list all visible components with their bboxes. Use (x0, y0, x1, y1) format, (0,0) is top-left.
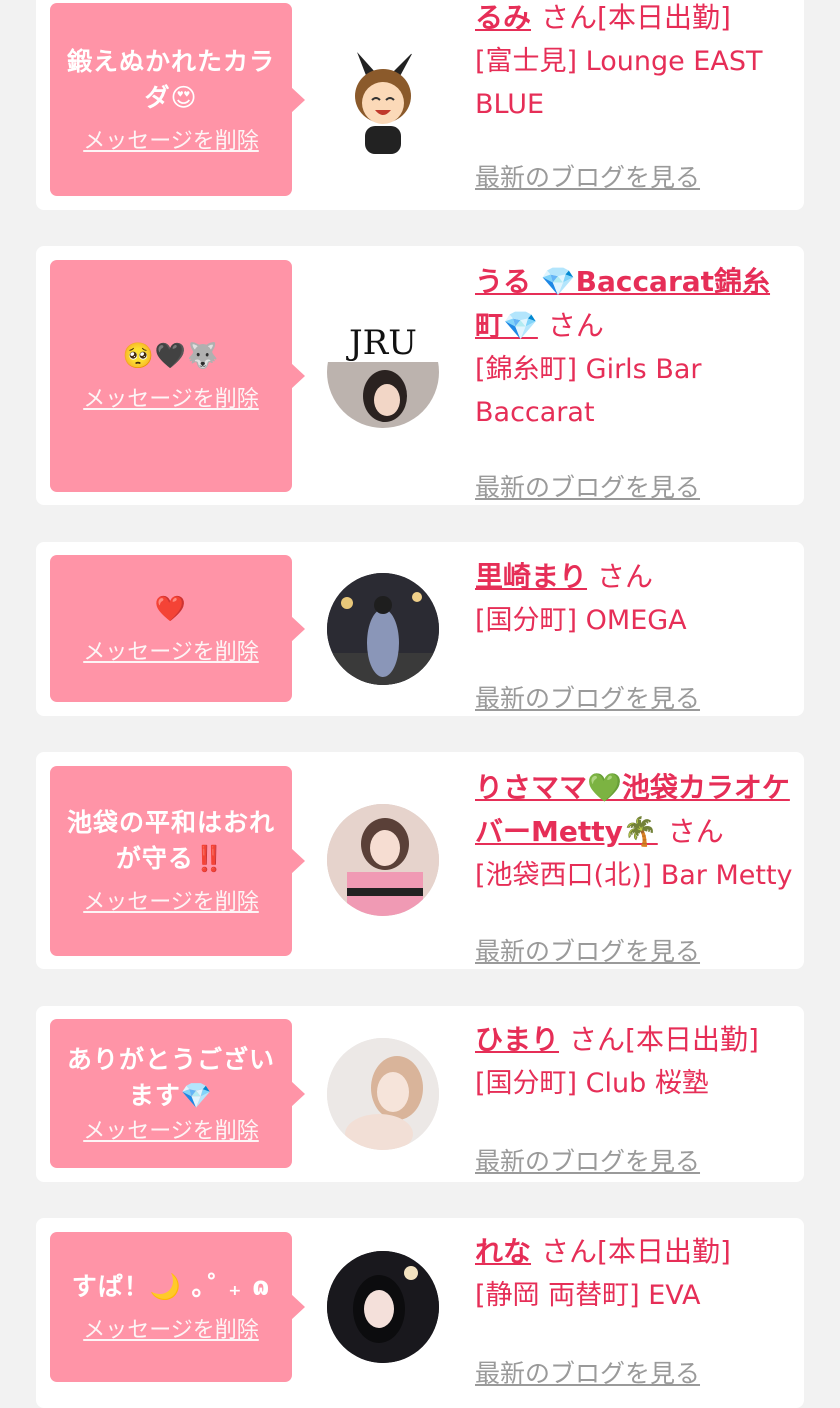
latest-blog-link[interactable]: 最新のブログを見る (475, 1354, 700, 1390)
shop-name: [国分町] OMEGA (475, 605, 687, 636)
cast-info: りさママ💚池袋カラオケバーMetty🌴 さん [池袋西口(北)] Bar Mett… (475, 766, 795, 966)
status-badge: [本日出勤] (597, 1235, 731, 1268)
message-bubble: 鍛えぬかれたカラダ😍 メッセージを削除 (50, 3, 305, 196)
honorific: さん (667, 815, 724, 848)
delete-message-button[interactable]: メッセージを削除 (83, 889, 259, 917)
profile-photo-icon (327, 804, 439, 916)
message-text: 池袋の平和はおれが守る‼️ (66, 808, 275, 873)
cast-info: 里崎まり さん [国分町] OMEGA 最新のブログを見る (475, 555, 795, 713)
latest-blog-link[interactable]: 最新のブログを見る (475, 468, 700, 504)
latest-blog-link[interactable]: 最新のブログを見る (475, 158, 700, 194)
avatar[interactable] (327, 1038, 439, 1150)
message-card: ❤️ メッセージを削除 里崎まり さん [国分町] OMEGA 最新のブログを見る (36, 542, 804, 716)
message-card: すぱ！🌙 ｡˚ ₊ ɷ メッセージを削除 れな さん[本日出勤] [静岡 両替町]… (36, 1218, 804, 1408)
cast-name-link[interactable]: るみ (475, 1, 531, 34)
cast-info: ひまり さん[本日出勤] [国分町] Club 桜塾 最新のブログを見る (475, 1018, 795, 1176)
profile-photo-icon (327, 1038, 439, 1150)
svg-text:JRU: JRU (346, 323, 417, 363)
message-card: 池袋の平和はおれが守る‼️ メッセージを削除 りさママ💚池袋カラオケバーMett… (36, 752, 804, 969)
cast-info: うる 💎Baccarat錦糸町💎 さん [錦糸町] Girls Bar Bacca… (475, 260, 795, 502)
profile-photo-icon: JRU (327, 323, 439, 428)
status-badge: [本日出勤] (597, 1, 731, 34)
message-card: 鍛えぬかれたカラダ😍 メッセージを削除 るみ さん[本日出勤] [富士見] Lou… (36, 0, 804, 210)
message-bubble: 🥺🖤🐺 メッセージを削除 (50, 260, 305, 492)
message-text: ありがとうございます💎 (66, 1044, 275, 1110)
avatar[interactable]: JRU (327, 316, 439, 428)
honorific: さん (569, 1023, 626, 1056)
message-bubble: ありがとうございます💎 メッセージを削除 (50, 1019, 305, 1168)
shop-name: [富士見] Lounge EAST BLUE (475, 46, 763, 120)
avatar[interactable] (327, 46, 439, 158)
shop-name: [池袋西口(北)] Bar Metty (475, 860, 793, 891)
avatar[interactable] (327, 573, 439, 685)
profile-photo-icon (327, 573, 439, 685)
avatar[interactable] (327, 804, 439, 916)
honorific: さん (541, 1235, 598, 1268)
cast-info: るみ さん[本日出勤] [富士見] Lounge EAST BLUE 最新のブログ… (475, 0, 795, 192)
honorific: さん (547, 309, 604, 342)
latest-blog-link[interactable]: 最新のブログを見る (475, 679, 700, 715)
cast-name-link[interactable]: うる 💎Baccarat錦糸町💎 (475, 265, 770, 342)
shop-name: [錦糸町] Girls Bar Baccarat (475, 354, 702, 428)
message-card: 🥺🖤🐺 メッセージを削除 JRU うる 💎Baccarat錦糸町💎 さん [錦糸町… (36, 246, 804, 505)
message-card: ありがとうございます💎 メッセージを削除 ひまり さん[本日出勤] [国分町] C… (36, 1006, 804, 1182)
latest-blog-link[interactable]: 最新のブログを見る (475, 932, 700, 968)
message-bubble: 池袋の平和はおれが守る‼️ メッセージを削除 (50, 766, 305, 956)
delete-message-button[interactable]: メッセージを削除 (83, 1317, 259, 1345)
cast-name-link[interactable]: りさママ💚池袋カラオケバーMetty🌴 (475, 771, 790, 848)
message-text: 🥺🖤🐺 (122, 341, 220, 370)
delete-message-button[interactable]: メッセージを削除 (83, 386, 259, 414)
shop-name: [国分町] Club 桜塾 (475, 1068, 709, 1099)
cast-name-link[interactable]: 里崎まり (475, 560, 587, 593)
latest-blog-link[interactable]: 最新のブログを見る (475, 1142, 700, 1178)
message-text: 鍛えぬかれたカラダ😍 (66, 46, 275, 112)
honorific: さん (541, 1, 598, 34)
cartoon-avatar-icon (355, 52, 413, 154)
message-text: すぱ！🌙 ｡˚ ₊ ɷ (71, 1272, 271, 1301)
cast-name-link[interactable]: ひまり (475, 1023, 559, 1056)
message-bubble: すぱ！🌙 ｡˚ ₊ ɷ メッセージを削除 (50, 1232, 305, 1382)
profile-photo-icon (327, 1251, 439, 1363)
shop-name: [静岡 両替町] EVA (475, 1280, 701, 1311)
cast-name-link[interactable]: れな (475, 1235, 531, 1268)
avatar[interactable] (327, 1251, 439, 1363)
message-bubble: ❤️ メッセージを削除 (50, 555, 305, 702)
delete-message-button[interactable]: メッセージを削除 (83, 128, 259, 156)
delete-message-button[interactable]: メッセージを削除 (83, 1118, 259, 1146)
status-badge: [本日出勤] (625, 1023, 759, 1056)
honorific: さん (597, 560, 654, 593)
cast-info: れな さん[本日出勤] [静岡 両替町] EVA 最新のブログを見る (475, 1230, 795, 1388)
message-text: ❤️ (154, 593, 188, 623)
delete-message-button[interactable]: メッセージを削除 (83, 639, 259, 667)
